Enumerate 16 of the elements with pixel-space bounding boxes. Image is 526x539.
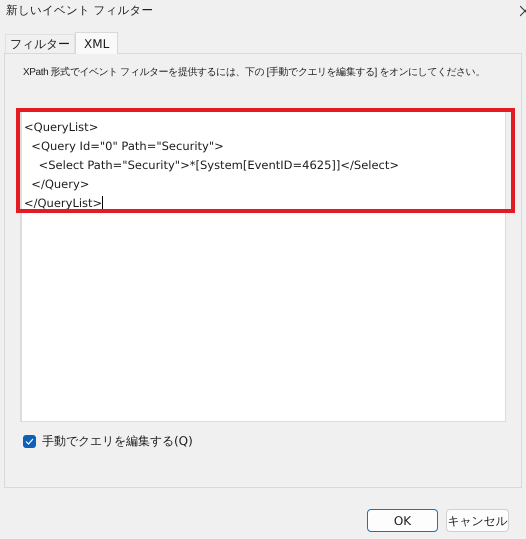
tab[interactable]: XML [75,32,118,54]
xml-line: <Query Id="0" Path="Security"> [30,138,224,155]
checkbox[interactable] [23,434,36,448]
instruction-text: XPath 形式でイベント フィルターを提供するには、下の [手動でクエリを編集する] をオンにしてください。 [23,66,486,80]
dialog-button[interactable]: キャンセル [446,509,509,532]
xml-line: <Select Path="Security">*[System[EventID=4625]]</Select> [38,156,400,174]
checkbox-label: 手動でクエリを編集する(Q) [42,433,193,450]
xml-line: </QueryList> [24,194,102,212]
window-title: 新しいイベント フィルター [6,2,154,20]
text-cursor [102,196,104,212]
xml-line: </Query> [30,176,90,193]
close-icon[interactable] [520,5,526,17]
checkmark-icon [25,438,34,444]
dialog-button[interactable]: OK [367,509,438,532]
xml-line: <QueryList> [24,118,98,136]
tab[interactable]: フィルター [5,34,75,53]
